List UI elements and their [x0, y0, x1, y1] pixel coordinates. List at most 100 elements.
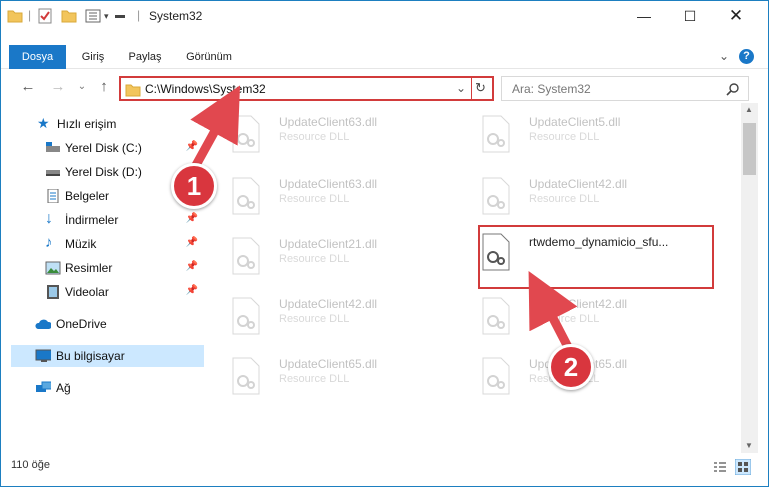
file-name: UpdateClient42.dll	[529, 297, 628, 311]
tab-giris[interactable]: Giriş	[73, 45, 113, 69]
properties-icon[interactable]	[37, 8, 53, 24]
minimize-button[interactable]: —	[621, 1, 667, 31]
tab-gorunum[interactable]: Görünüm	[179, 45, 239, 69]
dll-file-icon	[232, 115, 260, 153]
refresh-icon[interactable]: ↻	[475, 80, 486, 96]
pin-icon: 📌	[185, 261, 198, 272]
callout-2: 2	[548, 344, 594, 390]
dropdown-icon[interactable]: ▾	[104, 11, 109, 27]
sidebar-item-this-pc[interactable]: Bu bilgisayar	[11, 345, 204, 367]
back-button[interactable]: ←	[19, 79, 37, 95]
tab-paylas[interactable]: Paylaş	[123, 45, 167, 69]
dll-file-icon	[232, 177, 260, 215]
file-item[interactable]: UpdateClient42.dll Resource DLL	[461, 291, 671, 341]
sidebar-item-downloads[interactable]: ↓ İndirmeler 📌	[11, 209, 204, 231]
file-type: Resource DLL	[279, 373, 350, 385]
details-view-icon[interactable]	[713, 461, 727, 473]
dll-file-icon	[482, 177, 510, 215]
sidebar-item-label: Bu bilgisayar	[56, 349, 125, 363]
search-icon[interactable]	[726, 82, 740, 96]
customize-toolbar-icon[interactable]: ▬	[115, 10, 125, 26]
file-item[interactable]: UpdateClient65.dll Resource DLL	[211, 351, 421, 401]
file-list: UpdateClient63.dll Resource DLL UpdateCl…	[211, 103, 741, 453]
maximize-button[interactable]: ☐	[667, 1, 713, 31]
pin-icon: 📌	[185, 285, 198, 296]
network-icon	[36, 381, 51, 392]
close-button[interactable]: ✕	[713, 1, 759, 31]
recent-locations-icon[interactable]: ⌄	[73, 79, 91, 95]
file-item[interactable]: UpdateClient42.dll Resource DLL	[211, 291, 421, 341]
file-type: Resource DLL	[529, 193, 600, 205]
vertical-scrollbar[interactable]: ▲ ▼	[741, 103, 758, 453]
sidebar-item-onedrive[interactable]: OneDrive	[11, 313, 204, 335]
tab-dosya[interactable]: Dosya	[9, 45, 66, 69]
file-name: UpdateClient42.dll	[529, 177, 628, 191]
file-item[interactable]: UpdateClient5.dll Resource DLL	[461, 109, 671, 159]
dll-file-icon	[482, 115, 510, 153]
dll-file-icon	[482, 357, 510, 395]
file-name: UpdateClient63.dll	[279, 177, 378, 191]
file-name: UpdateClient63.dll	[279, 115, 378, 129]
ribbon-tabs: Dosya Giriş Paylaş Görünüm ⌄ ?	[1, 45, 768, 69]
forward-button[interactable]: →	[49, 79, 67, 95]
file-item[interactable]: UpdateClient42.dll Resource DLL	[461, 171, 671, 221]
navigation-pane: ★ Hızlı erişim Yerel Disk (C:) 📌 Yerel D…	[1, 109, 211, 453]
up-button[interactable]: ↑	[95, 79, 113, 95]
documents-icon	[47, 189, 59, 203]
sidebar-item-videos[interactable]: Videolar 📌	[11, 281, 204, 303]
drive-icon	[46, 142, 60, 152]
sidebar-item-pictures[interactable]: Resimler 📌	[11, 257, 204, 279]
sidebar-item-quick-access[interactable]: ★ Hızlı erişim	[11, 113, 204, 135]
new-folder-icon[interactable]	[61, 8, 77, 24]
scroll-up-icon[interactable]: ▲	[745, 105, 753, 114]
sidebar-item-label: Resimler	[65, 261, 113, 275]
folder-icon	[7, 10, 23, 23]
onedrive-icon	[35, 319, 51, 329]
sidebar-item-music[interactable]: ♪ Müzik 📌	[11, 233, 204, 255]
pin-icon: 📌	[185, 213, 198, 224]
dll-file-icon	[232, 237, 260, 275]
sidebar-item-network[interactable]: Ağ	[11, 377, 204, 399]
videos-icon	[47, 285, 59, 299]
sidebar-item-local-disk-c[interactable]: Yerel Disk (C:) 📌	[11, 137, 204, 159]
file-item[interactable]: UpdateClient63.dll Resource DLL	[211, 171, 421, 221]
file-name: UpdateClient42.dll	[279, 297, 378, 311]
window-title: System32	[149, 9, 203, 23]
sidebar-item-label: Yerel Disk (D:)	[65, 165, 142, 179]
sidebar-item-label: Hızlı erişim	[57, 117, 117, 131]
view-icon[interactable]	[85, 8, 101, 24]
file-name: UpdateClient5.dll	[529, 115, 621, 129]
expand-ribbon-icon[interactable]: ⌄	[719, 49, 729, 63]
scroll-down-icon[interactable]: ▼	[745, 441, 753, 450]
status-bar: 110 öğe	[1, 453, 768, 486]
search-box[interactable]: Ara: System32	[501, 76, 749, 101]
dll-file-icon	[482, 297, 510, 335]
large-icons-view-icon[interactable]	[735, 459, 751, 475]
sidebar-item-label: İndirmeler	[65, 213, 119, 227]
file-name: UpdateClient21.dll	[279, 237, 378, 251]
file-item[interactable]: UpdateClient21.dll Resource DLL	[211, 231, 421, 281]
separator: |	[137, 8, 141, 22]
dll-file-icon	[232, 357, 260, 395]
scroll-thumb[interactable]	[743, 123, 756, 175]
pin-icon: 📌	[185, 237, 198, 248]
file-type: Resource DLL	[279, 313, 350, 325]
help-icon[interactable]: ?	[739, 49, 754, 64]
file-type: Resource DLL	[529, 313, 600, 325]
computer-icon	[35, 349, 51, 362]
address-dropdown-icon[interactable]: ⌄	[456, 81, 466, 95]
file-item[interactable]: UpdateClient63.dll Resource DLL	[211, 109, 421, 159]
file-type: Resource DLL	[279, 131, 350, 143]
file-name: UpdateClient65.dll	[279, 357, 378, 371]
drive-icon	[46, 170, 60, 176]
sidebar-item-label: Müzik	[65, 237, 97, 251]
address-bar[interactable]: C:\Windows\System32 ⌄ ↻	[119, 76, 494, 101]
item-count: 110 öğe	[11, 459, 50, 471]
separator: |	[28, 8, 32, 22]
star-icon: ★	[37, 115, 50, 131]
sidebar-item-label: Belgeler	[65, 189, 110, 203]
pictures-icon	[45, 261, 61, 275]
search-input[interactable]: Ara: System32	[512, 82, 591, 96]
callout-1: 1	[171, 163, 217, 209]
sidebar-item-label: Yerel Disk (C:)	[65, 141, 142, 155]
